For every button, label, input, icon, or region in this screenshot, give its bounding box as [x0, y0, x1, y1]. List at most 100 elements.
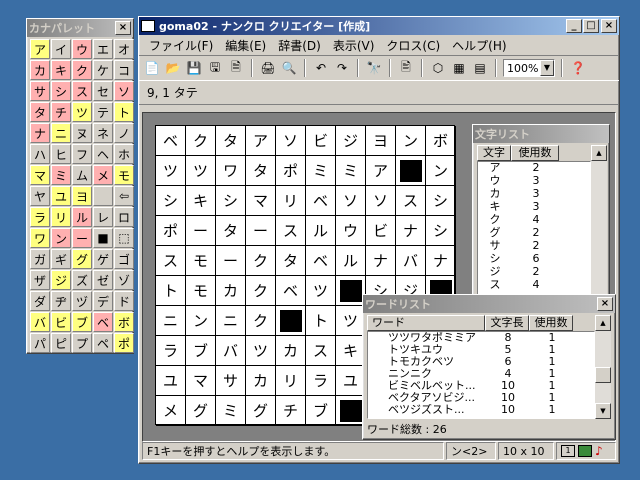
- palette-key[interactable]: ラ: [30, 207, 50, 227]
- palette-key[interactable]: [93, 186, 113, 206]
- grid-cell[interactable]: ウ: [336, 216, 366, 246]
- palette-key[interactable]: ツ: [72, 102, 92, 122]
- grid-cell[interactable]: ツ: [306, 276, 336, 306]
- palette-key[interactable]: エ: [93, 39, 113, 59]
- print-icon[interactable]: 🖨: [259, 59, 277, 77]
- grid-cell[interactable]: バ: [216, 336, 246, 366]
- grid-cell[interactable]: ミ: [336, 156, 366, 186]
- grid-cell[interactable]: ー: [186, 216, 216, 246]
- palette-key[interactable]: ベ: [93, 312, 113, 332]
- grid-cell[interactable]: ク: [246, 276, 276, 306]
- palette-key[interactable]: セ: [93, 81, 113, 101]
- palette-close-button[interactable]: ×: [115, 21, 131, 35]
- palette-key[interactable]: タ: [30, 102, 50, 122]
- palette-key[interactable]: イ: [51, 39, 71, 59]
- palette-key[interactable]: ズ: [72, 270, 92, 290]
- main-titlebar[interactable]: goma02 - ナンクロ クリエイター [作成] _ □ ×: [139, 17, 619, 35]
- wordlist-scrollbar[interactable]: ▲ ▼: [595, 315, 611, 419]
- grid-cell[interactable]: カ: [276, 336, 306, 366]
- menu-dictionary[interactable]: 辞書(D): [272, 37, 327, 54]
- grid-cell[interactable]: ツ: [156, 156, 186, 186]
- grid-cell[interactable]: ビ: [306, 126, 336, 156]
- grid-cell[interactable]: ジ: [336, 126, 366, 156]
- palette-key[interactable]: プ: [72, 333, 92, 353]
- app-icon[interactable]: [141, 20, 155, 32]
- grid-cell[interactable]: ボ: [426, 126, 456, 156]
- palette-key[interactable]: ヨ: [72, 186, 92, 206]
- palette-key[interactable]: ダ: [30, 291, 50, 311]
- palette-key[interactable]: ホ: [114, 144, 134, 164]
- palette-key[interactable]: メ: [93, 165, 113, 185]
- palette-key[interactable]: ウ: [72, 39, 92, 59]
- list-icon[interactable]: ▤: [471, 59, 489, 77]
- grid-cell[interactable]: ツ: [186, 156, 216, 186]
- palette-key[interactable]: マ: [30, 165, 50, 185]
- palette-key[interactable]: ス: [72, 81, 92, 101]
- grid-cell[interactable]: サ: [216, 366, 246, 396]
- palette-key[interactable]: ノ: [114, 123, 134, 143]
- palette-key[interactable]: ヌ: [72, 123, 92, 143]
- grid-cell[interactable]: タ: [276, 246, 306, 276]
- grid-cell[interactable]: タ: [216, 216, 246, 246]
- palette-key[interactable]: ヘ: [93, 144, 113, 164]
- palette-key[interactable]: ム: [72, 165, 92, 185]
- palette-key[interactable]: ゾ: [114, 270, 134, 290]
- list-item[interactable]: ス4: [478, 279, 590, 292]
- grid-cell[interactable]: ア: [246, 126, 276, 156]
- palette-key[interactable]: ハ: [30, 144, 50, 164]
- grid-cell[interactable]: ー: [246, 216, 276, 246]
- grid-cell[interactable]: バ: [396, 246, 426, 276]
- grid-cell[interactable]: ア: [366, 156, 396, 186]
- grid-cell[interactable]: モ: [186, 246, 216, 276]
- palette-key[interactable]: ケ: [93, 60, 113, 80]
- wordlist-titlebar[interactable]: ワードリスト ×: [363, 295, 615, 313]
- export-icon[interactable]: 🖫: [206, 59, 224, 77]
- palette-key[interactable]: ■: [93, 228, 113, 248]
- palette-key[interactable]: ゼ: [93, 270, 113, 290]
- list-item[interactable]: ビミベルベット... 10 1: [368, 380, 594, 392]
- palette-key[interactable]: ネ: [93, 123, 113, 143]
- scroll-thumb[interactable]: [595, 367, 611, 383]
- scroll-down-icon[interactable]: ▼: [595, 403, 611, 419]
- grid-cell[interactable]: マ: [246, 186, 276, 216]
- grid-cell[interactable]: ナ: [396, 216, 426, 246]
- grid-cell[interactable]: シ: [426, 186, 456, 216]
- grid-cell[interactable]: タ: [246, 156, 276, 186]
- grid-cell[interactable]: ト: [306, 306, 336, 336]
- grid-cell[interactable]: ベ: [306, 186, 336, 216]
- close-button[interactable]: ×: [601, 19, 617, 33]
- palette-key[interactable]: ⬚: [114, 228, 134, 248]
- grid-cell[interactable]: メ: [156, 396, 186, 426]
- music-note-icon[interactable]: ♪: [595, 444, 603, 458]
- minimize-button[interactable]: _: [566, 19, 582, 33]
- grid-cell[interactable]: シ: [216, 186, 246, 216]
- zoom-select[interactable]: 100% ▼: [503, 59, 555, 77]
- grid-cell[interactable]: ン: [426, 156, 456, 186]
- grid-cell[interactable]: ポ: [156, 216, 186, 246]
- palette-key[interactable]: ナ: [30, 123, 50, 143]
- palette-key[interactable]: レ: [93, 207, 113, 227]
- header-char[interactable]: 文字: [477, 145, 511, 161]
- palette-key[interactable]: ボ: [114, 312, 134, 332]
- grid-cell[interactable]: シ: [426, 216, 456, 246]
- grid-cell[interactable]: ソ: [336, 186, 366, 216]
- palette-key[interactable]: ワ: [30, 228, 50, 248]
- grid-cell[interactable]: ク: [246, 246, 276, 276]
- binoculars-icon[interactable]: 🔭: [365, 59, 383, 77]
- grid-cell[interactable]: ル: [306, 216, 336, 246]
- grid-cell[interactable]: チ: [276, 396, 306, 426]
- palette-key[interactable]: パ: [30, 333, 50, 353]
- grid-cell[interactable]: ヨ: [366, 126, 396, 156]
- grid-cell[interactable]: ビ: [366, 216, 396, 246]
- grid-icon[interactable]: ▦: [450, 59, 468, 77]
- palette-key[interactable]: ア: [30, 39, 50, 59]
- menu-view[interactable]: 表示(V): [327, 37, 381, 54]
- grid-cell[interactable]: ラ: [156, 336, 186, 366]
- grid-cell[interactable]: ベ: [156, 126, 186, 156]
- palette-key[interactable]: デ: [93, 291, 113, 311]
- palette-key[interactable]: ク: [72, 60, 92, 80]
- palette-key[interactable]: サ: [30, 81, 50, 101]
- palette-key[interactable]: ジ: [51, 270, 71, 290]
- palette-key[interactable]: ヒ: [51, 144, 71, 164]
- properties-icon[interactable]: 🗎: [227, 59, 245, 77]
